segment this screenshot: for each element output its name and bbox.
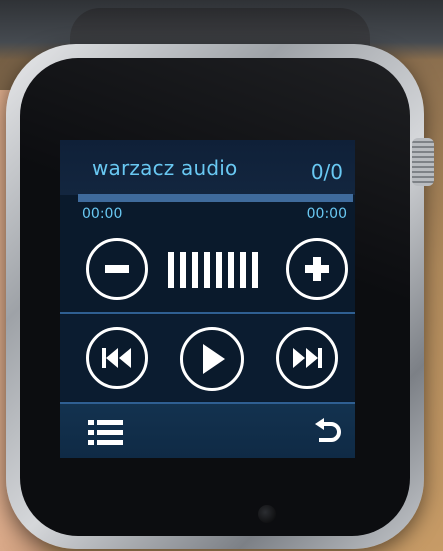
player-title: warzacz audio [92, 156, 238, 180]
bottom-bar [60, 404, 355, 458]
divider [60, 312, 355, 314]
watch-crown-button[interactable] [412, 138, 434, 186]
volume-bar [180, 252, 186, 288]
skip-next-icon [293, 348, 322, 368]
plus-icon [305, 257, 329, 281]
play-button[interactable] [180, 327, 244, 391]
skip-previous-icon [102, 348, 131, 368]
list-icon [88, 420, 123, 445]
volume-bar [192, 252, 198, 288]
playlist-button[interactable] [88, 418, 124, 452]
minus-icon [105, 265, 129, 273]
back-button[interactable] [313, 418, 343, 450]
elapsed-time: 00:00 [82, 206, 123, 222]
header-bar: warzacz audio 0/0 [60, 140, 355, 195]
volume-bar [240, 252, 246, 288]
volume-bar [228, 252, 234, 288]
track-counter: 0/0 [310, 160, 343, 184]
transport-controls [60, 315, 355, 401]
next-track-button[interactable] [276, 327, 338, 389]
volume-down-button[interactable] [86, 238, 148, 300]
audio-player-screen: warzacz audio 0/0 00:00 00:00 [60, 140, 355, 458]
play-icon [203, 344, 225, 374]
volume-bar [204, 252, 210, 288]
volume-bar [252, 252, 258, 288]
total-time: 00:00 [306, 206, 347, 222]
volume-up-button[interactable] [286, 238, 348, 300]
back-arrow-icon [315, 418, 341, 442]
volume-row [60, 230, 355, 308]
volume-bar [216, 252, 222, 288]
progress-bar[interactable] [78, 194, 353, 202]
volume-level-indicator [168, 252, 258, 288]
camera-icon [258, 505, 276, 523]
volume-bar [168, 252, 174, 288]
previous-track-button[interactable] [86, 327, 148, 389]
